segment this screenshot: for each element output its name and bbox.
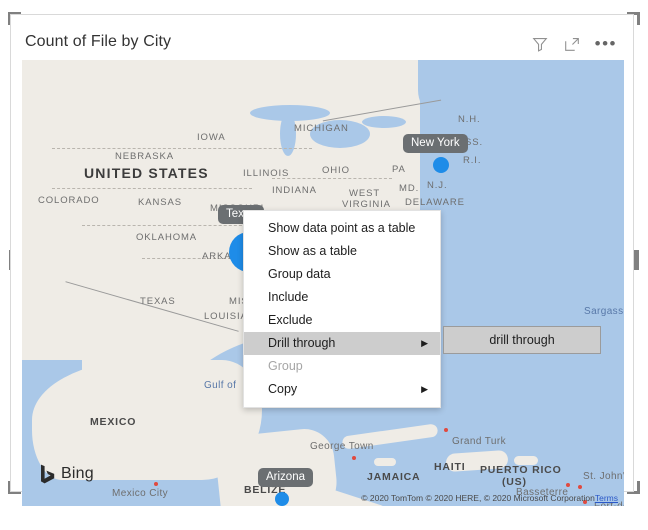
map-great-lakes-michigan (280, 112, 296, 156)
map-label: Mexico City (112, 488, 169, 499)
visual-header-actions: ••• (531, 35, 617, 53)
context-menu-item[interactable]: Show as a table (244, 240, 440, 263)
context-menu[interactable]: Show data point as a table Show as a tabl… (243, 210, 441, 408)
map-label: KANSAS (138, 197, 182, 208)
context-menu-item[interactable]: Copy ▶ (244, 378, 440, 401)
map-label: PA (392, 164, 406, 175)
map-attribution-text: © 2020 TomTom © 2020 HERE, © 2020 Micros… (361, 493, 595, 503)
context-menu-item-label: Group data (268, 267, 331, 281)
map-city-dot (352, 456, 356, 460)
map-data-bubble[interactable] (433, 157, 449, 173)
map-label: MD. (399, 183, 420, 194)
map-data-bubble[interactable] (275, 492, 289, 506)
map-label: INDIANA (272, 185, 317, 196)
map-city-dot (154, 482, 158, 486)
context-menu-item-label: Show as a table (268, 244, 357, 258)
selection-handle-right-middle[interactable] (634, 250, 639, 270)
map-label: IOWA (197, 132, 226, 143)
filter-icon[interactable] (531, 35, 549, 53)
context-menu-item[interactable]: Include (244, 286, 440, 309)
map-city-dot (578, 485, 582, 489)
map-data-label: New York (403, 134, 468, 153)
context-menu-item-label: Include (268, 290, 309, 304)
map-border-line (272, 178, 392, 179)
map-label: Grand Turk (452, 436, 507, 447)
page-title: Count of File by City (25, 33, 172, 50)
map-label: HAITI (434, 461, 466, 473)
more-options-icon[interactable]: ••• (595, 35, 617, 52)
map-label: VIRGINIA (342, 199, 391, 210)
context-menu-item[interactable]: Group data (244, 263, 440, 286)
map-great-lakes-ontario (362, 116, 406, 128)
map-label: MICHIGAN (294, 123, 349, 134)
drill-through-submenu[interactable]: drill through (443, 326, 601, 354)
map-label: HONDURAS (265, 504, 332, 506)
map-label: N.J. (427, 180, 448, 191)
map-label: WEST (349, 188, 381, 199)
context-menu-item: Group (244, 355, 440, 378)
map-border-line (82, 225, 252, 226)
map-label: R.I. (463, 155, 482, 166)
map-label: NEBRASKA (115, 151, 174, 162)
map-city-dot (444, 428, 448, 432)
map-terms-link[interactable]: Terms (595, 493, 618, 503)
map-attribution: © 2020 TomTom © 2020 HERE, © 2020 Micros… (361, 493, 618, 503)
context-menu-item[interactable]: Exclude (244, 309, 440, 332)
map-label: PUERTO RICO (480, 464, 562, 476)
bing-logo-text: Bing (61, 465, 94, 482)
context-menu-item[interactable]: Drill through ▶ (244, 332, 440, 355)
bing-logo[interactable]: Bing (40, 464, 94, 484)
map-border-line (52, 148, 312, 149)
map-label: OHIO (322, 165, 350, 176)
map-jamaica (374, 458, 396, 466)
map-label: DELAWARE (405, 197, 465, 208)
map-label: OKLAHOMA (136, 232, 198, 243)
map-border-line (52, 188, 252, 189)
bing-b-icon (41, 464, 55, 484)
map-label: JAMAICA (367, 471, 421, 483)
context-menu-item[interactable]: Show data point as a table (244, 217, 440, 240)
context-menu-item-label: Group (268, 359, 303, 373)
context-menu-item-label: Exclude (268, 313, 313, 327)
map-label: COLORADO (38, 195, 100, 206)
map-label: George Town (310, 441, 374, 452)
map-label: Sargasso Se (584, 306, 624, 317)
map-visual-container: Count of File by City ••• UNITED STATES … (10, 14, 634, 506)
map-label: TEXAS (140, 296, 176, 307)
context-menu-item-label: Copy (268, 382, 298, 396)
map-label: ILLINOIS (243, 168, 290, 179)
map-city-dot (566, 483, 570, 487)
drill-through-submenu-item[interactable]: drill through (489, 333, 554, 347)
focus-mode-icon[interactable] (563, 35, 581, 53)
map-label: St. John's (583, 471, 624, 482)
map-label: Gulf of (204, 380, 237, 391)
chevron-right-icon: ▶ (421, 384, 428, 394)
map-label: N.H. (458, 114, 481, 125)
context-menu-item-label: Drill through (268, 336, 336, 350)
context-menu-item-label: Show data point as a table (268, 221, 416, 235)
map-label: UNITED STATES (84, 165, 209, 181)
map-data-label: Arizona (258, 468, 313, 487)
map-label: MEXICO (90, 416, 137, 428)
chevron-right-icon: ▶ (421, 338, 428, 348)
